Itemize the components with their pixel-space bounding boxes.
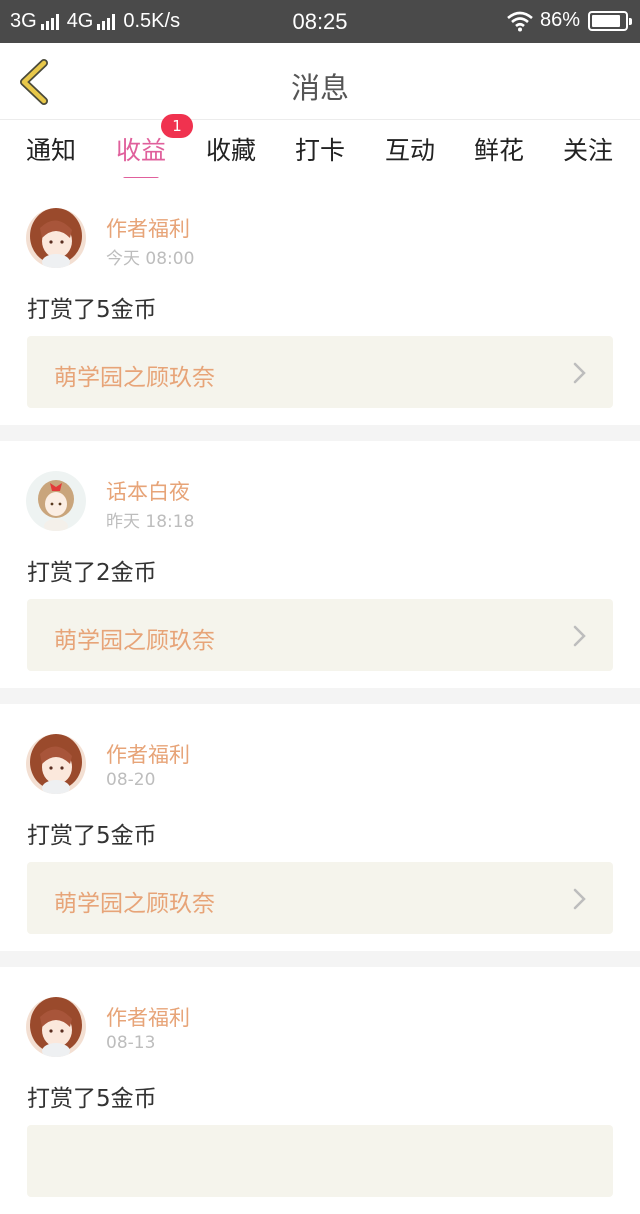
status-bar: 3G 4G 0.5K/s 08:25 86% [0,0,640,43]
message-time: 今天 08:00 [106,249,195,269]
anime-girl-avatar[interactable] [26,208,86,268]
card-divider [0,951,640,967]
work-link[interactable]: 萌学园之顾玖奈 [27,336,613,408]
tab-label: 关注 [563,136,614,165]
message-card: 话本白夜 昨天 18:18 打赏了2金币 萌学园之顾玖奈 [0,441,640,688]
battery-icon [588,10,632,31]
page-title: 消息 [290,71,349,105]
tab-label: 互动 [385,136,436,165]
card-divider [0,425,640,441]
sender-name[interactable]: 作者福利 [106,1002,190,1032]
tab-notifications[interactable]: 通知 [26,131,76,167]
tab-label: 通知 [26,136,77,165]
message-text: 打赏了5金币 [27,1086,157,1112]
tab-following[interactable]: 关注 [563,131,613,167]
tab-favorites[interactable]: 收藏 [206,131,256,167]
work-link[interactable]: 萌学园之顾玖奈 [27,599,613,671]
tab-flowers[interactable]: 鲜花 [474,131,524,167]
sender-name[interactable]: 作者福利 [106,213,190,243]
message-card: 作者福利 08-20 打赏了5金币 萌学园之顾玖奈 [0,704,640,951]
message-list: 作者福利 今天 08:00 打赏了5金币 萌学园之顾玖奈 话本白夜 昨天 18:… [0,178,640,1214]
card-divider [0,688,640,704]
message-time: 昨天 18:18 [106,512,195,532]
tab-bar: 通知 收益 收藏 打卡 互动 鲜花 关注 [0,121,640,181]
chevron-right-icon [573,888,586,910]
message-text: 打赏了5金币 [27,297,157,323]
status-right: 86% [506,9,632,32]
work-title: 萌学园之顾玖奈 [54,365,215,391]
message-card: 作者福利 08-13 打赏了5金币 [0,967,640,1214]
wifi-icon [507,11,533,31]
message-time: 08-13 [106,1033,156,1053]
work-link[interactable] [27,1125,613,1197]
work-link[interactable]: 萌学园之顾玖奈 [27,862,613,934]
work-title: 萌学园之顾玖奈 [54,628,215,654]
tab-checkin[interactable]: 打卡 [295,131,345,167]
anime-girl-avatar[interactable] [26,997,86,1057]
message-time: 08-20 [106,770,156,790]
tab-interactions[interactable]: 互动 [385,131,435,167]
chevron-right-icon [573,362,586,384]
tab-label: 打卡 [295,136,346,165]
header: 消息 [0,43,640,120]
tab-label: 收益 [116,136,167,165]
chibi-girl-avatar[interactable] [26,471,86,531]
battery-percent: 86% [539,9,580,31]
sender-name[interactable]: 作者福利 [106,739,190,769]
unread-badge: 1 [161,114,193,138]
message-text: 打赏了2金币 [27,560,157,586]
tab-earnings[interactable]: 收益 [116,131,167,181]
work-title: 萌学园之顾玖奈 [54,891,215,917]
tab-label: 鲜花 [474,136,525,165]
chevron-right-icon [573,625,586,647]
anime-girl-avatar[interactable] [26,734,86,794]
message-card: 作者福利 今天 08:00 打赏了5金币 萌学园之顾玖奈 [0,178,640,425]
tab-label: 收藏 [206,136,257,165]
message-text: 打赏了5金币 [27,823,157,849]
sender-name[interactable]: 话本白夜 [106,476,190,506]
